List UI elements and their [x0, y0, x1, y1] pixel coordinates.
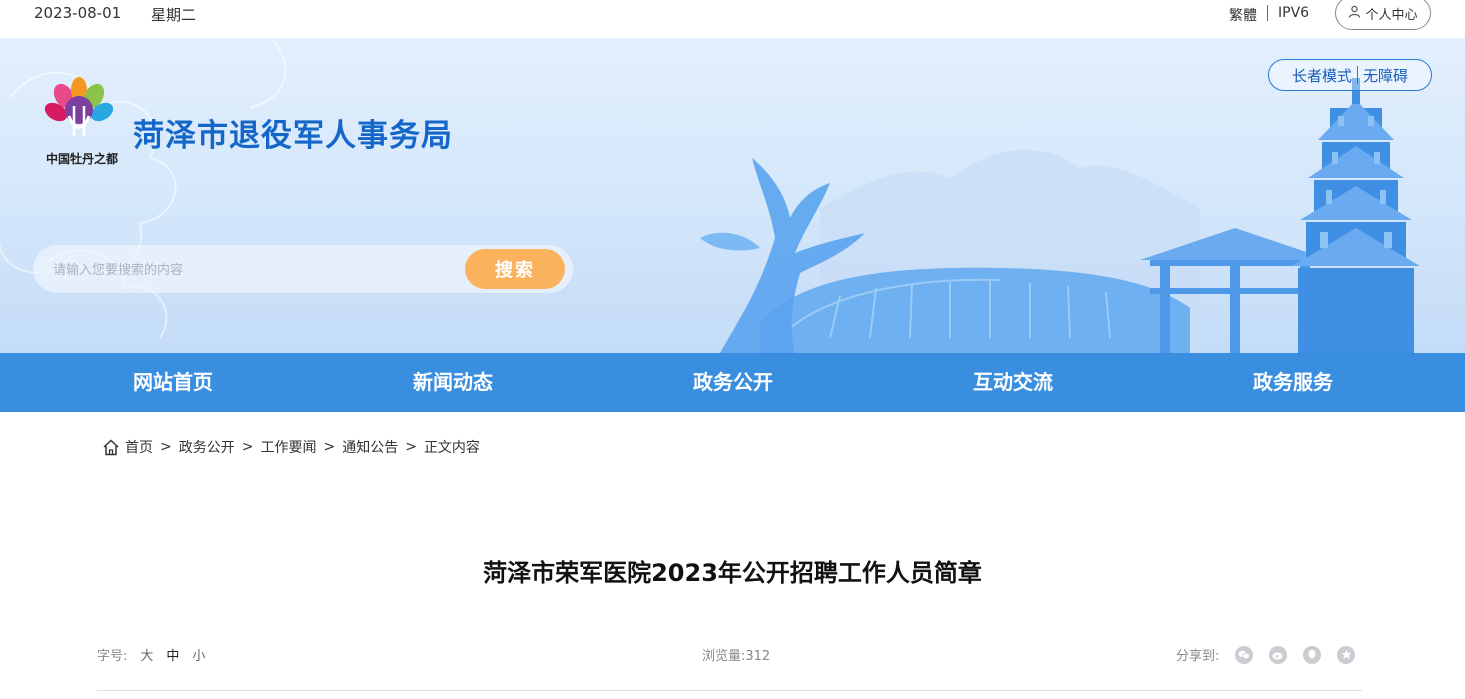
weekday-text: 星期二 [151, 6, 197, 24]
nav-item-home[interactable]: 网站首页 [73, 353, 273, 412]
top-bar: 2023-08-01 星期二 繁體 IPV6 个人中心 [0, 0, 1465, 38]
traditional-chinese-link[interactable]: 繁體 [1229, 5, 1257, 25]
wechat-icon[interactable] [1235, 645, 1254, 664]
search-bar: 搜索 [33, 245, 573, 293]
breadcrumb-separator: > [323, 439, 336, 455]
search-input[interactable] [51, 255, 455, 285]
view-count: 浏览量:312 [702, 645, 770, 664]
views-count: 312 [745, 649, 771, 664]
banner-skyline-illustration [0, 38, 1420, 353]
mode-divider [1357, 66, 1358, 84]
font-size-small[interactable]: 小 [192, 645, 205, 664]
logo-caption: 中国牡丹之都 [45, 152, 118, 166]
breadcrumb-separator: > [160, 439, 172, 455]
date-text: 2023-08-01 [34, 4, 122, 22]
elder-mode-button[interactable]: 长者模式 [1292, 65, 1352, 86]
accessibility-button[interactable]: 无障碍 [1363, 65, 1408, 86]
breadcrumb-home[interactable]: 首页 [125, 437, 153, 457]
header-banner: 中国牡丹之都 菏泽市退役军人事务局 长者模式 无障碍 搜索 [0, 38, 1465, 353]
font-size-large[interactable]: 大 [140, 645, 153, 664]
breadcrumb-work-news[interactable]: 工作要闻 [260, 437, 316, 457]
breadcrumb-separator: > [241, 439, 254, 455]
qzone-icon[interactable] [1337, 645, 1356, 664]
breadcrumb-separator: > [405, 439, 417, 455]
nav-item-news[interactable]: 新闻动态 [353, 353, 553, 412]
peony-logo-icon [44, 77, 114, 136]
breadcrumb: 首页 > 政务公开 > 工作要闻 > 通知公告 > 正文内容 [102, 436, 480, 458]
elder-accessibility-switch[interactable]: 长者模式 无障碍 [1268, 59, 1432, 91]
nav-item-services[interactable]: 政务服务 [1193, 353, 1393, 412]
font-size-control: 字号: 大 中 小 [97, 645, 205, 664]
search-button[interactable]: 搜索 [465, 249, 565, 289]
peony-capital-logo[interactable] [34, 76, 126, 186]
article-title: 菏泽市荣军医院2023年公开招聘工作人员简章 [483, 559, 982, 587]
user-center-label: 个人中心 [1365, 7, 1418, 23]
ipv6-label: IPV6 [1278, 5, 1310, 21]
topbar-divider [1267, 5, 1268, 21]
nav-item-government-affairs[interactable]: 政务公开 [633, 353, 833, 412]
font-size-medium[interactable]: 中 [166, 645, 179, 664]
weibo-icon[interactable] [1269, 645, 1288, 664]
share-label: 分享到: [1176, 649, 1220, 664]
main-nav: 网站首页 新闻动态 政务公开 互动交流 政务服务 [0, 353, 1465, 412]
user-icon [1348, 5, 1361, 22]
qq-icon[interactable] [1303, 645, 1322, 664]
breadcrumb-current: 正文内容 [423, 440, 480, 456]
share-bar: 分享到: [1176, 645, 1356, 664]
site-title[interactable]: 菏泽市退役军人事务局 [133, 110, 453, 155]
article-divider [97, 690, 1362, 691]
breadcrumb-government-affairs[interactable]: 政务公开 [179, 437, 235, 457]
views-label: 浏览量: [702, 649, 746, 664]
font-size-label: 字号: [97, 649, 128, 664]
user-center-button[interactable]: 个人中心 [1335, 0, 1431, 30]
breadcrumb-notices[interactable]: 通知公告 [342, 437, 398, 457]
nav-item-interaction[interactable]: 互动交流 [913, 353, 1113, 412]
home-icon [102, 438, 120, 456]
